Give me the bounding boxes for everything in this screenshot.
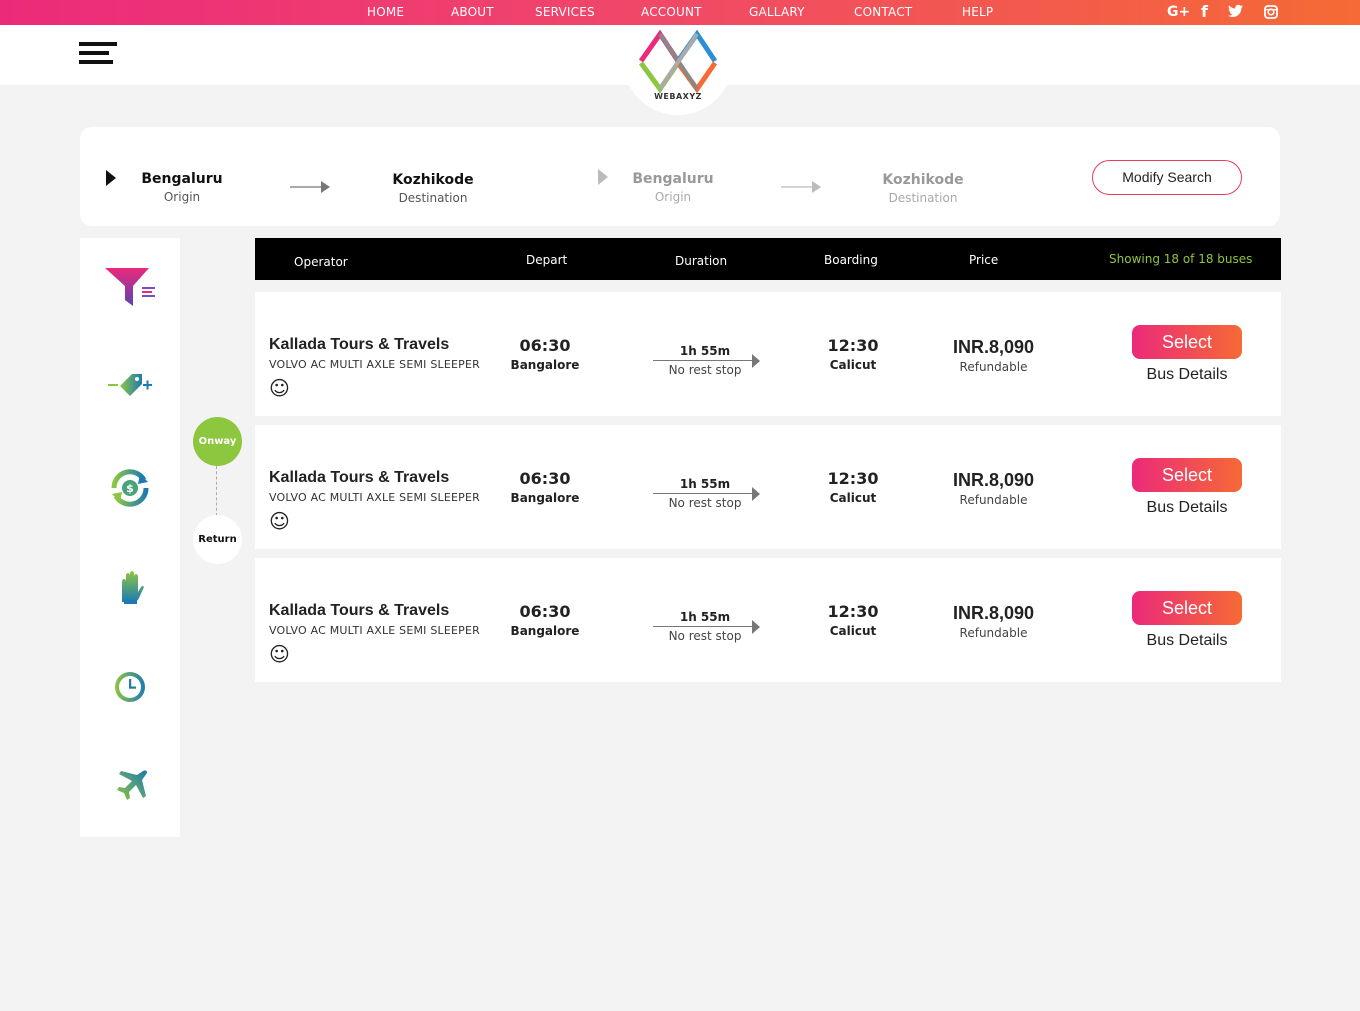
select-button[interactable]: Select <box>1132 325 1242 359</box>
onward-destination: Kozhikode Destination <box>378 172 488 205</box>
logo-text: WEBAXYZ <box>654 92 702 101</box>
depart-time: 06:30 <box>519 336 571 355</box>
route-arrow-icon <box>781 181 821 193</box>
return-origin-label: Origin <box>654 190 692 204</box>
nav-about[interactable]: ABOUT <box>451 5 494 19</box>
nav-account[interactable]: ACCOUNT <box>641 5 702 19</box>
boarding-place: Calicut <box>829 624 877 638</box>
results-count: Showing 18 of 18 buses <box>1109 252 1253 266</box>
smiley-icon: ☺ <box>269 376 290 400</box>
bus-type: VOLVO AC MULTI AXLE SEMI SLEEPER <box>269 358 480 371</box>
depart-time: 06:30 <box>519 469 571 488</box>
instagram-icon[interactable] <box>1264 5 1278 23</box>
header-depart[interactable]: Depart <box>526 253 567 267</box>
filter-sidebar: $ <box>80 238 180 837</box>
bus-details-link[interactable]: Bus Details <box>1132 499 1242 517</box>
price: INR.8,090 <box>952 603 1035 623</box>
bus-row[interactable]: Kallada Tours & Travels VOLVO AC MULTI A… <box>255 292 1281 416</box>
bus-row[interactable]: Kallada Tours & Travels VOLVO AC MULTI A… <box>255 558 1281 682</box>
nav-home[interactable]: HOME <box>367 5 404 19</box>
select-button[interactable]: Select <box>1132 591 1242 625</box>
play-arrow-icon <box>598 169 608 185</box>
filter-icon[interactable] <box>102 260 158 316</box>
onway-toggle[interactable]: Onway <box>193 417 242 466</box>
duration-line <box>653 360 753 361</box>
depart-place: Bangalore <box>510 491 580 505</box>
boarding-place: Calicut <box>829 491 877 505</box>
duration-line <box>653 493 753 494</box>
nav-gallary[interactable]: GALLARY <box>749 5 805 19</box>
modify-search-button[interactable]: Modify Search <box>1092 160 1242 195</box>
select-button[interactable]: Select <box>1132 458 1242 492</box>
price-tag-icon[interactable] <box>102 358 158 414</box>
smiley-icon: ☺ <box>269 642 290 666</box>
boarding-time: 12:30 <box>827 336 879 355</box>
duration: 1h 55m <box>679 477 731 491</box>
refund-status: Refundable <box>959 626 1028 640</box>
onward-destination-label: Destination <box>398 191 468 205</box>
onward-origin-label: Origin <box>163 190 201 204</box>
bus-type: VOLVO AC MULTI AXLE SEMI SLEEPER <box>269 624 480 637</box>
results-header: Operator Depart Duration Boarding Price … <box>255 238 1281 280</box>
operator-name: Kallada Tours & Travels <box>269 602 450 619</box>
return-destination-city: Kozhikode <box>882 172 964 188</box>
top-nav-bar: HOME ABOUT SERVICES ACCOUNT GALLARY CONT… <box>0 0 1360 25</box>
hamburger-menu-icon[interactable] <box>79 42 117 68</box>
price: INR.8,090 <box>952 470 1035 490</box>
onward-destination-city: Kozhikode <box>392 172 474 188</box>
header-price[interactable]: Price <box>969 253 998 267</box>
depart-place: Bangalore <box>510 358 580 372</box>
depart-place: Bangalore <box>510 624 580 638</box>
route-arrow-icon <box>290 181 330 193</box>
twitter-icon[interactable] <box>1228 4 1243 22</box>
boarding-time: 12:30 <box>827 469 879 488</box>
logo-mark-icon <box>638 29 718 94</box>
clock-icon[interactable] <box>102 660 158 716</box>
return-destination-label: Destination <box>888 191 958 205</box>
header-operator[interactable]: Operator <box>294 255 348 269</box>
header-boarding[interactable]: Boarding <box>824 253 878 267</box>
refund-icon[interactable]: $ <box>102 460 158 516</box>
smiley-icon: ☺ <box>269 509 290 533</box>
return-destination: Kozhikode Destination <box>868 172 978 205</box>
depart-time: 06:30 <box>519 602 571 621</box>
operator-name: Kallada Tours & Travels <box>269 336 450 353</box>
boarding-place: Calicut <box>829 358 877 372</box>
facebook-icon[interactable]: f <box>1201 2 1208 21</box>
svg-text:$: $ <box>126 482 134 495</box>
duration-line <box>653 626 753 627</box>
bus-type: VOLVO AC MULTI AXLE SEMI SLEEPER <box>269 491 480 504</box>
hand-icon[interactable] <box>102 560 158 616</box>
airplane-icon[interactable] <box>102 760 158 816</box>
nav-services[interactable]: SERVICES <box>535 5 595 19</box>
rest-stops: No rest stop <box>668 496 742 510</box>
bus-row[interactable]: Kallada Tours & Travels VOLVO AC MULTI A… <box>255 425 1281 549</box>
return-origin: Bengaluru Origin <box>620 171 726 204</box>
operator-name: Kallada Tours & Travels <box>269 469 450 486</box>
onward-origin: Bengaluru Origin <box>130 171 234 204</box>
refund-status: Refundable <box>959 493 1028 507</box>
return-origin-city: Bengaluru <box>632 171 714 187</box>
play-arrow-icon <box>106 170 116 186</box>
duration: 1h 55m <box>679 344 731 358</box>
boarding-time: 12:30 <box>827 602 879 621</box>
bus-details-link[interactable]: Bus Details <box>1132 366 1242 384</box>
rest-stops: No rest stop <box>668 363 742 377</box>
refund-status: Refundable <box>959 360 1028 374</box>
onward-origin-city: Bengaluru <box>141 171 223 187</box>
bus-details-link[interactable]: Bus Details <box>1132 632 1242 650</box>
return-toggle[interactable]: Return <box>193 515 242 564</box>
rest-stops: No rest stop <box>668 629 742 643</box>
logo[interactable]: WEBAXYZ <box>623 25 733 115</box>
nav-help[interactable]: HELP <box>962 5 993 19</box>
price: INR.8,090 <box>952 337 1035 357</box>
main-nav: HOME ABOUT SERVICES ACCOUNT GALLARY CONT… <box>0 0 1360 25</box>
trip-connector <box>216 466 217 516</box>
duration: 1h 55m <box>679 610 731 624</box>
nav-contact[interactable]: CONTACT <box>854 5 912 19</box>
header-duration[interactable]: Duration <box>675 254 727 268</box>
google-plus-icon[interactable]: G+ <box>1167 4 1190 20</box>
